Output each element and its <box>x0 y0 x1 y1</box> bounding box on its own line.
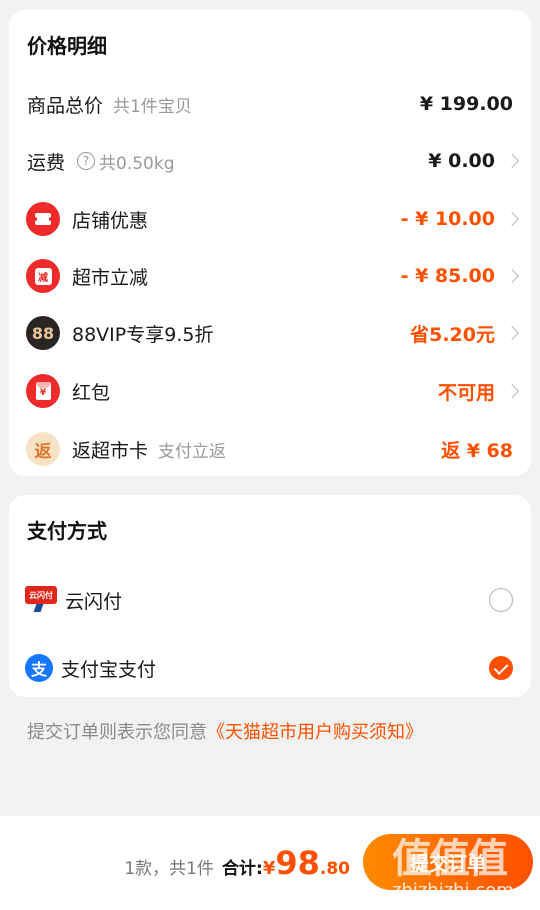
chevron-right-icon <box>504 268 520 284</box>
chevron-right-icon <box>504 325 520 341</box>
red-packet-value: 不可用 <box>437 381 495 404</box>
unionpay-quickpass-icon: 云闪付 <box>25 586 57 614</box>
shipping-weight: 共0.50kg <box>99 153 175 174</box>
red-packet-icon: ¥ <box>26 374 60 408</box>
vip-discount-row[interactable]: 88 88VIP专享9.5折 省5.20元 <box>9 313 531 353</box>
unionpay-radio[interactable] <box>489 588 513 612</box>
goods-total-row: 商品总价 共1件宝贝 ¥ 199.00 <box>9 84 531 124</box>
rebate-card-row: 返 返超市卡 支付立返 返 ¥ 68 <box>9 429 531 469</box>
market-discount-row[interactable]: 减 超市立减 - ¥ 85.00 <box>9 256 531 296</box>
total-amount-integer: 98 <box>275 844 320 882</box>
item-count: 1款，共1件 <box>124 859 214 879</box>
alipay-radio-checked[interactable] <box>489 656 513 680</box>
question-mark-icon[interactable]: ? <box>77 152 96 170</box>
chevron-right-icon <box>504 153 520 169</box>
submit-order-button[interactable]: 提交订单 <box>363 834 533 890</box>
goods-count: 共1件宝贝 <box>113 96 192 117</box>
alipay-icon: 支 <box>25 654 53 682</box>
rebate-card-label: 返超市卡 <box>72 439 149 462</box>
shop-discount-value: - ¥ 10.00 <box>400 208 495 230</box>
agreement-link[interactable]: 《天猫超市用户购买须知》 <box>207 722 423 743</box>
chevron-right-icon <box>504 383 520 399</box>
payment-option-label: 支付宝支付 <box>61 658 157 681</box>
shipping-label: 运费 <box>27 151 66 174</box>
price-detail-title: 价格明细 <box>27 34 107 58</box>
checkout-bar: 1款，共1件 合计: ¥ 98 .80 提交订单 <box>0 816 540 910</box>
agreement-text: 提交订单则表示您同意 <box>27 722 207 743</box>
shipping-value: ¥ 0.00 <box>428 150 495 172</box>
total-amount-decimal: .80 <box>319 859 350 879</box>
goods-total-label: 商品总价 <box>27 94 104 117</box>
total-currency: ¥ <box>262 858 276 879</box>
88vip-icon: 88 <box>26 316 60 350</box>
chevron-right-icon <box>504 211 520 227</box>
rebate-card-value: 返 ¥ 68 <box>441 439 513 462</box>
payment-option-label: 云闪付 <box>65 590 123 613</box>
order-summary: 1款，共1件 合计: ¥ 98 .80 <box>124 844 350 882</box>
red-packet-row[interactable]: ¥ 红包 不可用 <box>9 371 531 411</box>
vip-discount-value: 省5.20元 <box>410 323 495 346</box>
goods-total-value: ¥ 199.00 <box>419 93 513 115</box>
reduction-icon: 减 <box>26 259 60 293</box>
market-discount-label: 超市立减 <box>72 266 149 289</box>
rebate-card-sub: 支付立返 <box>158 441 227 462</box>
market-discount-value: - ¥ 85.00 <box>400 265 495 287</box>
vip-discount-label: 88VIP专享9.5折 <box>72 323 214 346</box>
payment-method-card: 支付方式 云闪付 云闪付 支 支付宝支付 <box>9 495 531 697</box>
shipping-row[interactable]: 运费 ? 共0.50kg ¥ 0.00 <box>9 141 531 181</box>
coupon-ticket-icon <box>26 202 60 236</box>
shop-discount-label: 店铺优惠 <box>72 209 149 232</box>
agreement-notice: 提交订单则表示您同意《天猫超市用户购买须知》 <box>27 718 423 744</box>
price-detail-card: 价格明细 商品总价 共1件宝贝 ¥ 199.00 运费 ? 共0.50kg ¥ … <box>9 10 531 476</box>
red-packet-label: 红包 <box>72 381 111 404</box>
total-label: 合计: <box>222 859 263 879</box>
payment-method-title: 支付方式 <box>27 519 107 543</box>
payment-option-unionpay[interactable]: 云闪付 云闪付 <box>9 578 531 622</box>
rebate-icon: 返 <box>26 432 60 466</box>
payment-option-alipay[interactable]: 支 支付宝支付 <box>9 646 531 690</box>
shop-discount-row[interactable]: 店铺优惠 - ¥ 10.00 <box>9 199 531 239</box>
